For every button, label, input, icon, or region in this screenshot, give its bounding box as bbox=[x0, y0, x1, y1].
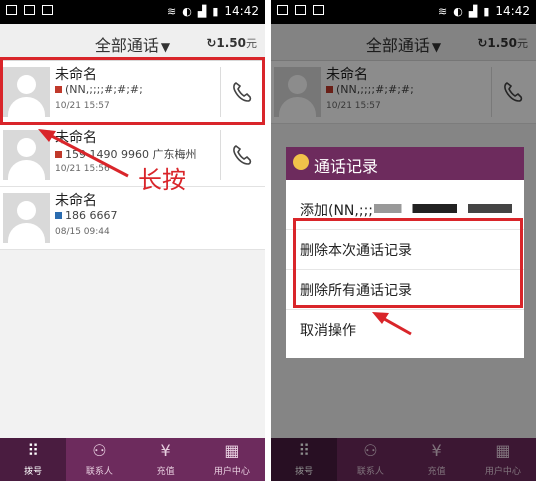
tab-label: 联系人 bbox=[85, 467, 113, 477]
tab-label: 拨号 bbox=[24, 467, 43, 477]
arrow-annotation bbox=[38, 129, 129, 178]
tab-label: 用户中心 bbox=[213, 467, 250, 477]
long-press-label: 长按 bbox=[138, 166, 186, 194]
arrow-annotation bbox=[372, 312, 412, 336]
tab-user-center[interactable]: ▦ 用户中心 bbox=[199, 438, 265, 481]
bottom-nav: ⠿ 拨号 ⚇ 联系人 ¥ 充值 ▦ 用户中心 bbox=[0, 438, 265, 481]
tab-contacts[interactable]: ⚇ 联系人 bbox=[66, 438, 132, 481]
contacts-icon: ⚇ bbox=[92, 441, 107, 460]
tab-recharge[interactable]: ¥ 充值 bbox=[133, 438, 199, 481]
grid-icon: ▦ bbox=[224, 441, 240, 460]
yuan-icon: ¥ bbox=[160, 441, 171, 460]
tab-dial[interactable]: ⠿ 拨号 bbox=[0, 438, 67, 481]
call-log-screen: ≋ ◐ ▟ ▮ 14:42 全部通话 ▼ ↻1.50元 未命名 (NN,;;;;#… bbox=[0, 0, 265, 481]
call-log-dialog-screen: ≋ ◐ ▟ ▮ 14:42 全部通话 ▼ ↻1.50元 未命名 (NN,;;;;#… bbox=[271, 0, 536, 481]
dialpad-icon: ⠿ bbox=[27, 441, 39, 460]
tab-label: 充值 bbox=[156, 467, 175, 477]
